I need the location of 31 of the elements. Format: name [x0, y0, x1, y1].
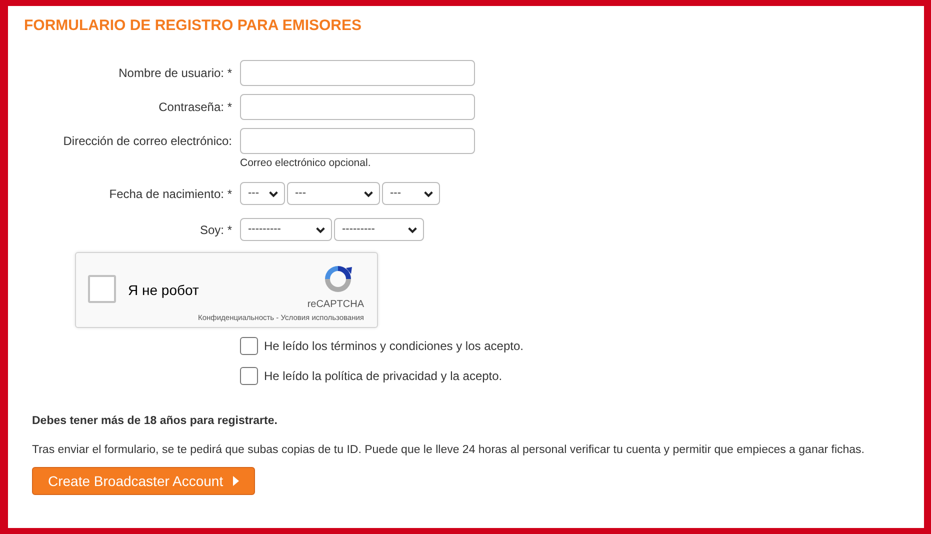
field-label: Soy: *: [198, 222, 232, 239]
field-label: Contraseña: *: [158, 99, 232, 116]
chevron-icon: [315, 225, 326, 234]
help-text: Correo electrónico opcional.: [240, 156, 372, 170]
play-arrow-icon: [233, 476, 240, 486]
checkbox-label: He leído los términos y condiciones y los acepto.: [264, 338, 524, 355]
field-label: Dirección de correo electrónico:: [62, 133, 232, 150]
input-field[interactable]: [240, 60, 475, 86]
input-field[interactable]: [240, 94, 475, 120]
checkbox-label: He leído la política de privacidad y la acepto.: [264, 368, 502, 385]
chevron-icon: [407, 225, 418, 234]
input-field[interactable]: [240, 128, 475, 154]
field-label: Nombre de usuario: *: [118, 65, 232, 82]
captcha-brand: reCAPTCHA: [307, 299, 364, 311]
captcha-label: Я не робот: [128, 281, 199, 299]
captcha-logo-icon: [322, 263, 354, 295]
select-field[interactable]: ---------: [240, 218, 332, 241]
chevron-icon: [423, 189, 434, 198]
select-field[interactable]: ---: [240, 182, 285, 205]
chevron-icon: [363, 189, 374, 198]
checkbox[interactable]: [240, 337, 258, 355]
age-notice: Debes tener más de 18 años para registrarte.: [32, 414, 278, 429]
form-title: FORMULARIO DE REGISTRO PARA EMISORES: [24, 16, 363, 36]
select-field[interactable]: ---------: [334, 218, 424, 241]
info-text: Tras enviar el formulario, se te pedirá que subas copias de tu ID. Puede que le lleve 24 horas al personal verificar tu cuenta y permitir que empieces a ganar fichas.: [32, 443, 866, 458]
captcha-checkbox[interactable]: [88, 275, 116, 303]
select-field[interactable]: ---: [287, 182, 380, 205]
checkbox[interactable]: [240, 367, 258, 385]
chevron-icon: [268, 189, 279, 198]
select-field[interactable]: ---: [382, 182, 440, 205]
field-label: Fecha de nacimiento: *: [108, 186, 232, 203]
